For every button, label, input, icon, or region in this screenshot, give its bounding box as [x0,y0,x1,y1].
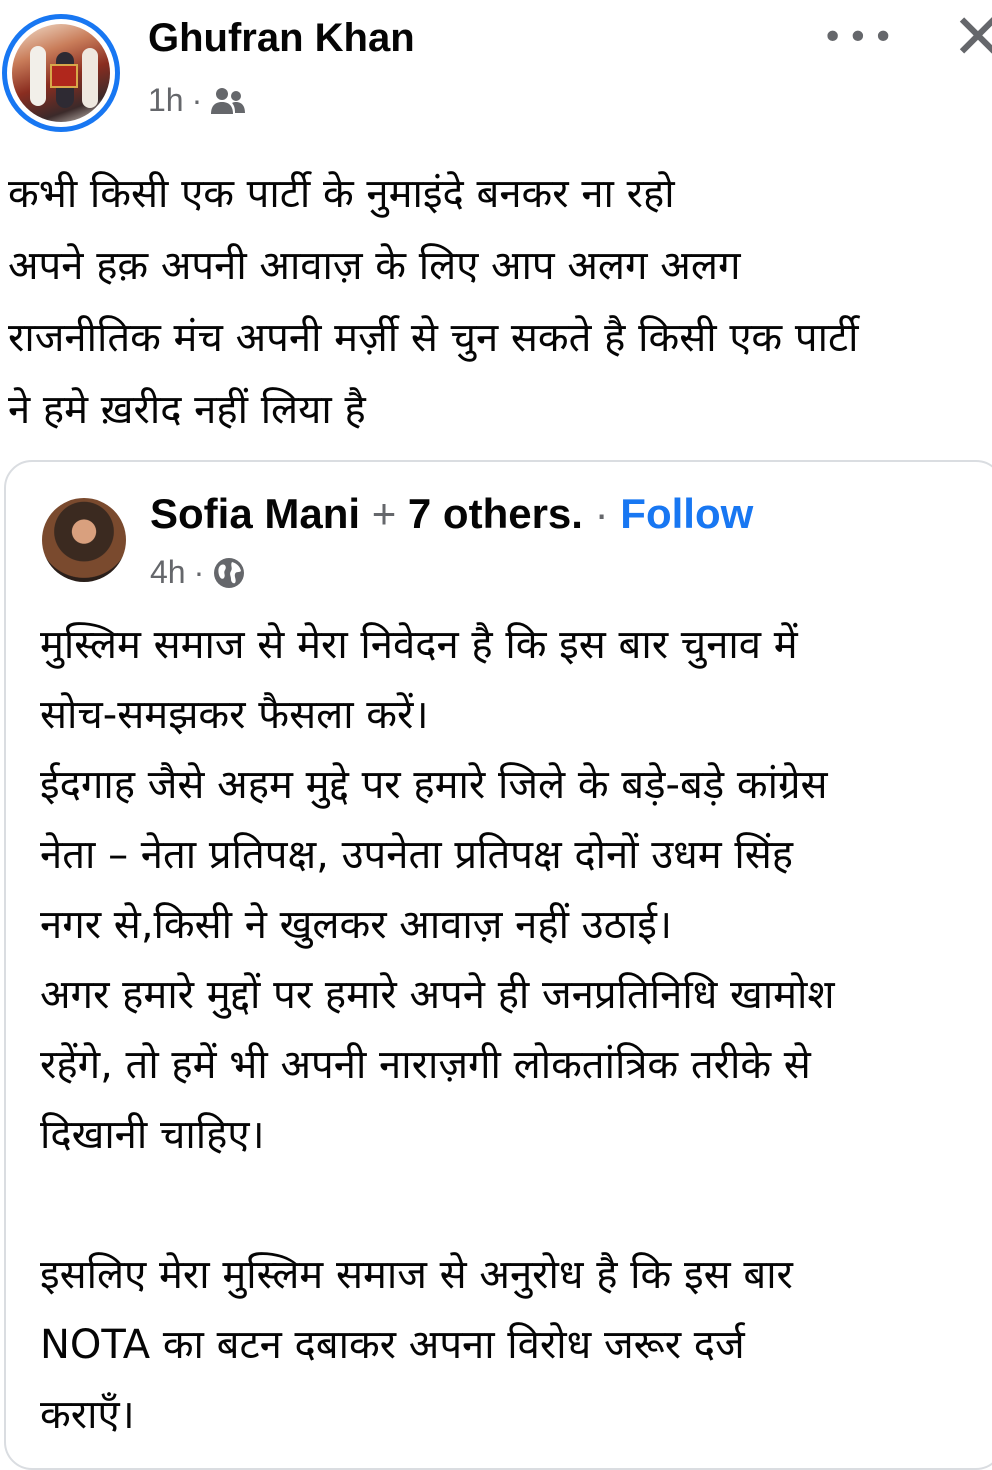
avatar-photo [12,24,110,122]
globe-icon [212,556,246,590]
shared-author-avatar[interactable] [42,498,126,582]
post-time[interactable]: 1h [148,82,184,119]
more-options-button[interactable]: ••• [822,18,894,58]
follow-button[interactable]: Follow [620,490,753,537]
shared-post-meta: 4h · [150,554,246,591]
coauthors-link[interactable]: 7 others. [408,490,583,537]
shared-author-row: Sofia Mani + 7 others. · Follow [150,490,753,538]
close-icon[interactable]: ✕ [952,6,992,68]
meta-separator: · [191,82,203,118]
follow-separator: · [582,490,621,537]
post-body-text: कभी किसी एक पार्टी के नुमाइंदे बनकर ना र… [8,171,859,433]
shared-post-time[interactable]: 4h [150,554,186,591]
post-header: Ghufran Khan 1h · ••• ✕ [0,0,992,140]
author-avatar[interactable] [2,14,120,132]
shared-post-card[interactable]: Sofia Mani + 7 others. · Follow 4h · मुस… [4,460,992,1470]
author-name[interactable]: Ghufran Khan [148,16,415,61]
shared-post-body-text: मुस्लिम समाज से मेरा निवेदन है कि इस बार… [40,622,835,1438]
shared-author-name[interactable]: Sofia Mani [150,490,360,537]
shared-meta-separator: · [193,554,205,590]
post-meta: 1h · [148,82,246,119]
coauthors-plus: + [360,490,408,537]
friends-icon [210,86,246,116]
